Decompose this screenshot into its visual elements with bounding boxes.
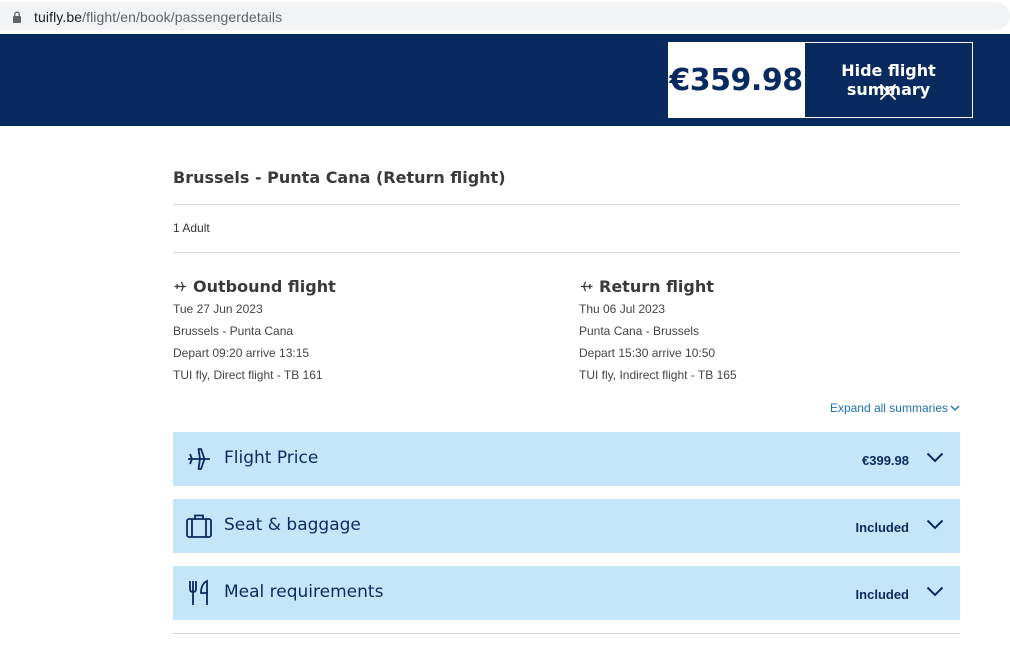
seat-baggage-title: Seat & baggage	[224, 515, 361, 535]
outbound-heading: Outbound flight	[193, 276, 336, 296]
expand-all-label: Expand all summaries	[829, 401, 948, 415]
total-price: €359.98	[669, 62, 803, 98]
outbound-route: Brussels - Punta Cana	[173, 324, 294, 338]
return-carrier: TUI fly, Indirect flight - TB 165	[579, 368, 737, 382]
close-icon	[880, 84, 896, 100]
url-path: /flight/en/book/passengerdetails	[82, 9, 283, 25]
divider	[173, 204, 960, 205]
plane-icon	[188, 448, 210, 470]
url-host: tuifly.be	[34, 9, 83, 25]
divider	[173, 633, 960, 634]
outbound-carrier: TUI fly, Direct flight - TB 161	[173, 368, 323, 382]
total-price-box: €359.98	[668, 42, 804, 118]
return-times: Depart 15:30 arrive 10:50	[579, 346, 716, 360]
seat-baggage-value: Included	[855, 520, 909, 535]
lock-icon	[13, 11, 21, 23]
passenger-count: 1 Adult	[173, 221, 210, 235]
return-route: Punta Cana - Brussels	[579, 324, 700, 338]
outbound-flight-details: Outbound flight Tue 27 Jun 2023 Brussels…	[173, 276, 533, 383]
meal-requirements-value: Included	[855, 587, 909, 602]
seat-baggage-accordion[interactable]: Seat & baggage Included	[173, 499, 960, 553]
expand-all-summaries-link[interactable]: Expand all summaries	[830, 401, 960, 415]
chevron-down-icon	[926, 586, 944, 597]
chevron-down-icon	[950, 405, 960, 411]
url-field[interactable]: tuifly.be/flight/en/book/passengerdetail…	[0, 2, 1010, 30]
meal-requirements-title: Meal requirements	[224, 582, 384, 602]
booking-header: €359.98 Hide flight summary	[0, 34, 1010, 126]
chevron-down-icon	[926, 452, 944, 463]
hide-flight-summary-button[interactable]: Hide flight summary	[804, 42, 973, 118]
outbound-times: Depart 09:20 arrive 13:15	[173, 346, 310, 360]
url-text: tuifly.be/flight/en/book/passengerdetail…	[34, 9, 282, 25]
outbound-plane-icon	[174, 281, 187, 291]
flight-price-accordion[interactable]: Flight Price €399.98	[173, 432, 960, 486]
suitcase-icon	[186, 514, 212, 538]
return-flight-details: Return flight Thu 06 Jul 2023 Punta Cana…	[579, 276, 939, 383]
divider	[173, 252, 960, 253]
return-heading: Return flight	[599, 276, 714, 296]
chevron-down-icon	[926, 519, 944, 530]
return-plane-icon	[580, 281, 593, 291]
flight-price-title: Flight Price	[224, 448, 319, 468]
flight-price-value: €399.98	[862, 453, 909, 468]
outbound-date: Tue 27 Jun 2023	[173, 302, 263, 316]
return-date: Thu 06 Jul 2023	[579, 302, 666, 316]
cutlery-icon	[189, 579, 208, 605]
route-title: Brussels - Punta Cana (Return flight)	[173, 168, 506, 187]
browser-address-bar: tuifly.be/flight/en/book/passengerdetail…	[0, 0, 1010, 34]
meal-requirements-accordion[interactable]: Meal requirements Included	[173, 566, 960, 620]
